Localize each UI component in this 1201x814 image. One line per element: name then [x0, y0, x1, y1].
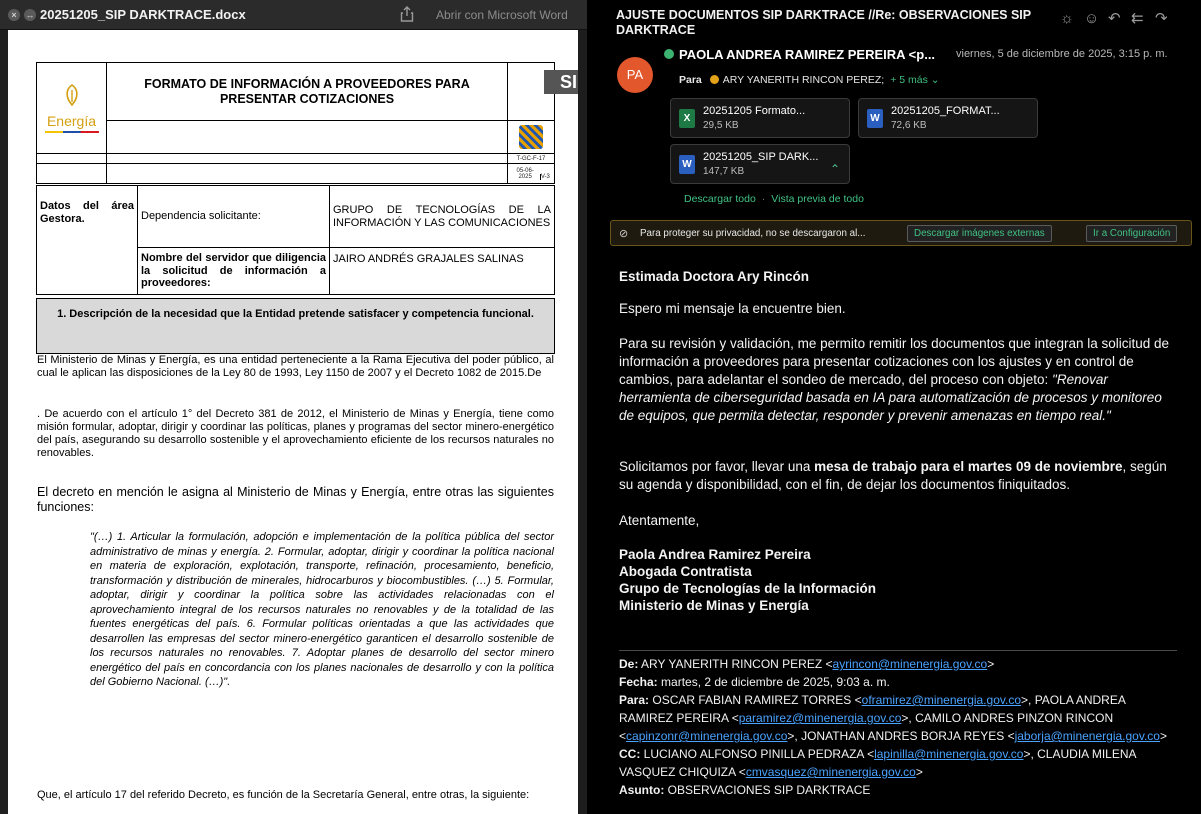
preview-scrollbar[interactable]: [578, 30, 587, 814]
servidor-value: JAIRO ANDRÉS GRAJALES SALINAS: [329, 247, 555, 295]
sender-name[interactable]: PAOLA ANDREA RAMIREZ PEREIRA <p...: [664, 47, 935, 62]
document-preview-pane: × ↔ 20251205_SIP DARKTRACE.docx Abrir co…: [0, 0, 587, 814]
download-all-link[interactable]: Descargar todo: [684, 193, 756, 205]
open-with-word-button[interactable]: Abrir con Microsoft Word: [436, 8, 568, 22]
reply-all-icon[interactable]: ⇇: [1131, 11, 1144, 27]
document-filename: 20251205_SIP DARKTRACE.docx: [40, 7, 246, 22]
energia-logo: Energía: [36, 62, 107, 154]
email-link[interactable]: jaborja@minenergia.gov.co: [1015, 729, 1160, 743]
privacy-banner: ⊘ Para proteger su privacidad, no se des…: [610, 220, 1192, 246]
preview-titlebar: × ↔ 20251205_SIP DARKTRACE.docx Abrir co…: [0, 0, 587, 30]
close-icon[interactable]: ×: [8, 9, 20, 21]
doc-quote: "(…) 1. Articular la formulación, adopci…: [90, 531, 554, 688]
email-greeting: Estimada Doctora Ary Rincón: [619, 269, 810, 284]
section-1-title: 1. Descripción de la necesidad que la En…: [36, 298, 555, 354]
recipients-row: Para ARY YANERITH RINCON PEREZ; + 5 más ⌄: [679, 74, 940, 86]
sun-icon[interactable]: ☼: [1060, 11, 1074, 27]
attachment-2[interactable]: W 20251205_FORMAT... 72,6 KB: [858, 98, 1038, 138]
avatar[interactable]: PA: [617, 57, 653, 93]
email-date: viernes, 5 de diciembre de 2025, 3:15 p.…: [956, 48, 1168, 60]
doc-paragraph-3: El decreto en mención le asigna al Minis…: [37, 485, 554, 514]
forward-icon[interactable]: ↷: [1155, 11, 1168, 27]
share-icon[interactable]: [400, 6, 414, 22]
dependencia-label: Dependencia solicitante:: [137, 185, 330, 248]
email-link[interactable]: capinzonr@minenergia.gov.co: [626, 729, 787, 743]
emoji-icon[interactable]: ☺: [1084, 11, 1099, 27]
download-images-button[interactable]: Descargar imágenes externas: [907, 225, 1052, 242]
privacy-text: Para proteger su privacidad, no se desca…: [640, 228, 866, 239]
more-recipients-link[interactable]: + 5 más ⌄: [890, 74, 939, 86]
email-link[interactable]: oframirez@minenergia.gov.co: [862, 693, 1021, 707]
excel-file-icon: X: [679, 109, 695, 128]
attachment-1[interactable]: X 20251205 Formato... 29,5 KB: [670, 98, 850, 138]
attachment-3[interactable]: W 20251205_SIP DARK... 147,7 KB ⌃: [670, 144, 850, 184]
format-header-table: Energía FORMATO DE INFORMACIÓN A PROVEED…: [36, 62, 555, 184]
doc-paragraph-4: Que, el artículo 17 del referido Decreto…: [37, 789, 530, 801]
dependencia-value: GRUPO DE TECNOLOGÍAS DE LA INFORMACIÓN Y…: [329, 185, 555, 248]
word-file-icon: W: [867, 109, 883, 128]
email-link[interactable]: paramirez@minenergia.gov.co: [739, 711, 902, 725]
doc-paragraph-1: El Ministerio de Minas y Energía, es una…: [37, 354, 554, 379]
go-to-settings-button[interactable]: Ir a Configuración: [1086, 225, 1178, 242]
document-date: 05-06-2025: [516, 167, 534, 180]
email-paragraph-2: Solicitamos por favor, llevar una mesa d…: [619, 459, 1167, 492]
reply-icon[interactable]: ↶: [1108, 11, 1121, 27]
to-recipient[interactable]: ARY YANERITH RINCON PEREZ;: [723, 74, 884, 86]
verified-icon: [664, 49, 674, 59]
area-data-table: Datos del área Gestora. Dependencia soli…: [36, 185, 555, 295]
preview-all-link[interactable]: Vista previa de todo: [771, 193, 864, 205]
email-link[interactable]: cmvasquez@minenergia.gov.co: [746, 765, 916, 779]
document-seal-icon: [519, 125, 543, 149]
email-link[interactable]: ayrincon@minenergia.gov.co: [833, 657, 988, 671]
area-label: Datos del área Gestora.: [36, 185, 138, 295]
fullscreen-icon[interactable]: ↔: [24, 9, 36, 21]
email-closing: Atentamente,: [619, 513, 700, 528]
document-version: V-3: [539, 173, 550, 180]
email-reading-pane: AJUSTE DOCUMENTOS SIP DARKTRACE //Re: OB…: [587, 0, 1201, 814]
attachment-actions: Descargar todo · Vista previa de todo: [684, 193, 864, 205]
chevron-up-icon[interactable]: ⌃: [830, 162, 840, 176]
email-link[interactable]: lapinilla@minenergia.gov.co: [874, 747, 1023, 761]
word-file-icon: W: [679, 155, 695, 174]
document-page: Energía FORMATO DE INFORMACIÓN A PROVEED…: [8, 30, 578, 814]
email-paragraph-1: Para su revisión y validación, me permit…: [619, 336, 1170, 423]
quoted-message-header: De: ARY YANERITH RINCON PEREZ <ayrincon@…: [619, 657, 1167, 797]
email-signature: Paola Andrea Ramirez Pereira Abogada Con…: [619, 547, 877, 613]
email-subject: AJUSTE DOCUMENTOS SIP DARKTRACE //Re: OB…: [616, 8, 1031, 37]
thread-divider: [619, 650, 1177, 651]
privacy-icon: ⊘: [619, 228, 629, 240]
overflow-text-fragment: SI: [544, 70, 580, 94]
logo-color-band: [44, 130, 99, 133]
to-label: Para: [679, 74, 702, 86]
doc-paragraph-2: . De acuerdo con el artículo 1° del Decr…: [37, 408, 554, 459]
recipient-status-icon: [709, 75, 719, 84]
email-line-1: Espero mi mensaje la encuentre bien.: [619, 301, 846, 316]
servidor-label: Nombre del servidor que diligencia la so…: [137, 247, 330, 295]
format-title: FORMATO DE INFORMACIÓN A PROVEEDORES PAR…: [106, 62, 508, 121]
document-code: T-GC-F-17: [507, 153, 555, 164]
energia-emblem-icon: [65, 83, 78, 106]
